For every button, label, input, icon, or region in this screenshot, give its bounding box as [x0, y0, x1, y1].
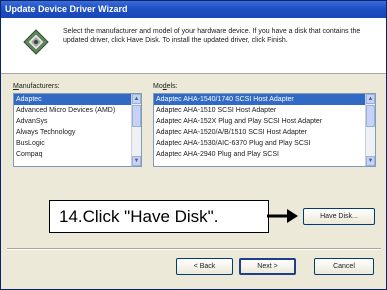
back-button[interactable]: < Back	[176, 258, 233, 275]
wizard-header: Select the manufacturer and model of you…	[1, 18, 386, 74]
models-list[interactable]: Adaptec AHA-1540/1740 SCSI Host Adapter A…	[153, 93, 376, 167]
scroll-up-arrow-icon[interactable]: ▲	[132, 94, 141, 104]
manufacturers-list[interactable]: Adaptec Advanced Micro Devices (AMD) Advan…	[13, 93, 142, 167]
separator	[7, 248, 381, 250]
scroll-down-arrow-icon[interactable]: ▼	[132, 156, 141, 166]
models-label: Models:	[153, 83, 178, 90]
models-label-text: els:	[166, 83, 178, 90]
have-disk-button[interactable]: Have Disk...	[303, 208, 375, 225]
scroll-up-arrow-icon[interactable]: ▲	[366, 94, 375, 104]
scroll-thumb[interactable]	[132, 105, 141, 127]
cancel-button[interactable]: Cancel	[314, 258, 374, 275]
list-item[interactable]: Adaptec AHA-1540/1740 SCSI Host Adapter	[154, 94, 375, 105]
wizard-instructions: Select the manufacturer and model of you…	[63, 28, 361, 44]
list-item[interactable]: Adaptec AHA-1520/A/B/1510 SCSI Host Adap…	[154, 127, 375, 138]
manufacturers-scrollbar[interactable]: ▲ ▼	[131, 94, 141, 166]
list-item[interactable]: Adaptec AHA-1510 SCSI Host Adapter	[154, 105, 375, 116]
models-scrollbar[interactable]: ▲ ▼	[365, 94, 375, 166]
models-label-prefix: Mo	[153, 83, 163, 90]
manufacturers-label: Manufacturers:	[13, 83, 60, 90]
list-item[interactable]: Adaptec AHA-1530/AIC-6370 Plug and Play …	[154, 138, 375, 149]
list-item[interactable]: Always Technology	[14, 127, 141, 138]
manufacturers-items: Adaptec Advanced Micro Devices (AMD) Advan…	[14, 94, 141, 160]
arrow-right-icon	[267, 209, 298, 223]
manufacturers-label-text: anufacturers:	[18, 83, 60, 90]
wizard-diamond-icon	[23, 29, 49, 55]
list-item[interactable]: Advanced Micro Devices (AMD)	[14, 105, 141, 116]
window-title: Update Device Driver Wizard	[1, 1, 386, 18]
list-item[interactable]: Adaptec	[14, 94, 141, 105]
list-item[interactable]: AdvanSys	[14, 116, 141, 127]
scroll-down-arrow-icon[interactable]: ▼	[366, 156, 375, 166]
list-item[interactable]: BusLogic	[14, 138, 141, 149]
wizard-window: Update Device Driver Wizard Select the m…	[0, 0, 387, 290]
models-items: Adaptec AHA-1540/1740 SCSI Host Adapter A…	[154, 94, 375, 160]
list-item[interactable]: Adaptec AHA-152X Plug and Play SCSI Host…	[154, 116, 375, 127]
next-button[interactable]: Next >	[239, 258, 296, 275]
instruction-callout: 14.Click "Have Disk".	[49, 200, 269, 233]
scroll-thumb[interactable]	[366, 105, 375, 127]
list-item[interactable]: Adaptec AHA-2940 Plug and Play SCSI	[154, 149, 375, 160]
list-item[interactable]: Compaq	[14, 149, 141, 160]
